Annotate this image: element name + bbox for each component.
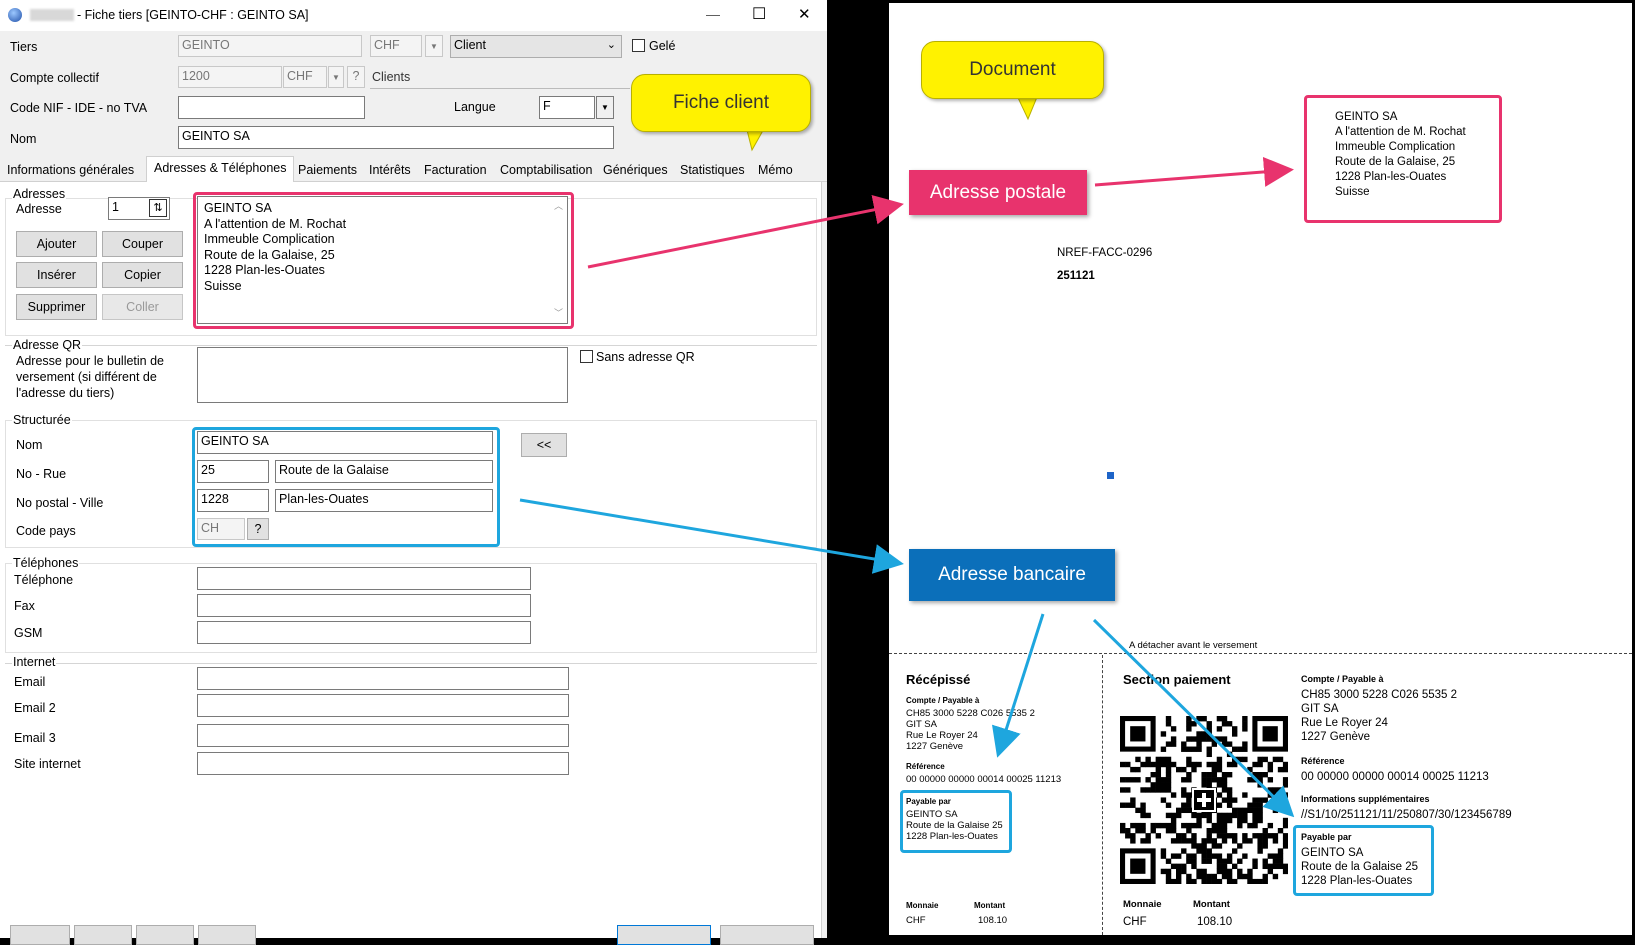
arrow-postale-from-form [587, 194, 904, 269]
annotation-arrows [519, 156, 1295, 818]
adresse-bancaire-banner: Adresse bancaire [909, 549, 1115, 601]
arrow-bancaire-to-paiement [1092, 618, 1295, 818]
arrow-postale-to-document [1094, 156, 1294, 187]
adresse-postale-banner: Adresse postale [909, 170, 1087, 215]
arrow-bancaire-to-recepisse [991, 613, 1045, 758]
arrow-bancaire-from-form [519, 498, 904, 574]
